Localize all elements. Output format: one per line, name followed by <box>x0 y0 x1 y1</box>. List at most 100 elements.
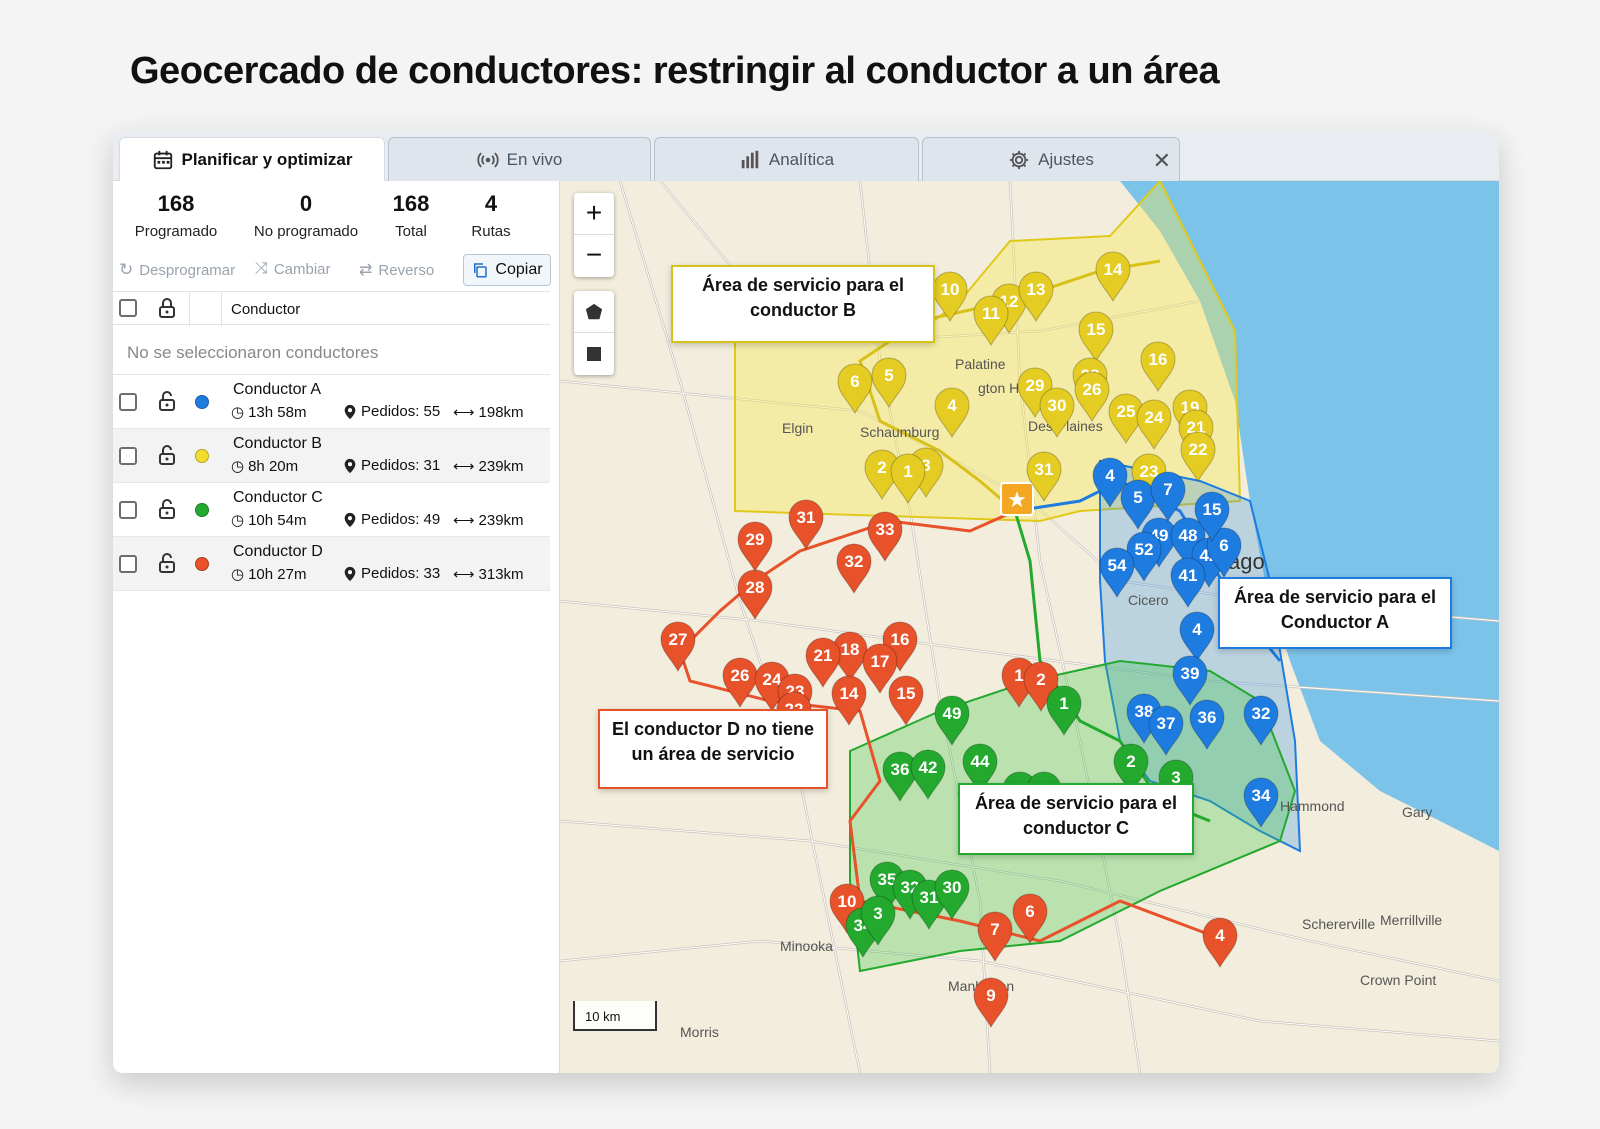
tab-bar: Planificar y optimizar En vivo Analítica… <box>113 131 1499 182</box>
pin-label: 11 <box>982 304 1000 323</box>
pin-label: 29 <box>1026 376 1045 395</box>
close-icon[interactable]: ✕ <box>1153 148 1171 174</box>
pin-label: 36 <box>1198 708 1217 727</box>
square-icon <box>587 347 601 361</box>
stat-total: 168 Total <box>392 191 430 240</box>
reverse-button[interactable]: ⇄ Reverso <box>359 260 434 280</box>
stat-unscheduled: 0 No programado <box>253 191 359 240</box>
pin-label: 30 <box>1048 396 1067 415</box>
driver-row[interactable]: Conductor D ◷ 10h 27m Pedidos: 33 ⟷ 313km <box>113 537 550 591</box>
callout-area-c: Área de servicio para el conductor C <box>958 783 1194 855</box>
pin-label: 7 <box>1163 480 1172 499</box>
place-label: Elgin <box>782 420 813 436</box>
pin-label: 28 <box>746 578 765 597</box>
pin-label: 42 <box>919 758 938 777</box>
place-label: Schererville <box>1302 916 1375 932</box>
pin-label: 18 <box>841 640 860 659</box>
driver-duration: ◷ 10h 54m <box>231 511 307 530</box>
tab-label: Planificar y optimizar <box>181 150 353 169</box>
place-label: Palatine <box>955 356 1006 372</box>
pin-icon <box>344 458 356 473</box>
pin-label: 14 <box>1104 260 1123 279</box>
tab-settings[interactable]: Ajustes ✕ <box>922 137 1180 181</box>
bar-chart-icon <box>741 150 759 168</box>
pin-label: 2 <box>877 458 886 477</box>
pin-label: 29 <box>746 530 765 549</box>
driver-orders: Pedidos: 31 <box>343 457 440 474</box>
callout-no-area-d: El conductor D no tiene un área de servi… <box>598 709 828 789</box>
driver-checkbox[interactable] <box>119 393 137 411</box>
sidebar: 168 Programado 0 No programado 168 Total 4R… <box>113 181 560 1073</box>
pin-label: 2 <box>1036 670 1045 689</box>
pin-label: 13 <box>1027 280 1046 299</box>
driver-checkbox[interactable] <box>119 555 137 573</box>
select-all-checkbox[interactable] <box>119 299 137 317</box>
tab-analytics[interactable]: Analítica <box>654 137 919 181</box>
driver-color-dot <box>195 449 209 463</box>
pin-label: 52 <box>1135 540 1154 559</box>
pin-label: 27 <box>669 630 688 649</box>
driver-orders: Pedidos: 49 <box>343 511 440 528</box>
unlock-icon[interactable] <box>157 444 177 466</box>
pin-label: 31 <box>1035 460 1054 479</box>
place-label: Schaumburg <box>860 424 939 440</box>
broadcast-icon <box>476 151 499 168</box>
place-label: Minooka <box>780 938 833 954</box>
pin-label: 25 <box>1117 402 1136 421</box>
unlock-icon[interactable] <box>157 390 177 412</box>
pin-label: 5 <box>884 366 893 385</box>
driver-checkbox[interactable] <box>119 501 137 519</box>
tab-plan-optimize[interactable]: Planificar y optimizar <box>119 137 385 182</box>
stat-scheduled: 168 Programado <box>134 191 218 240</box>
driver-duration: ◷ 8h 20m <box>231 457 299 476</box>
pin-label: 44 <box>971 752 990 771</box>
ruler-icon: ⟷ <box>453 404 475 421</box>
map-view[interactable]: Palatine Elgin Schaumburg Des Plaines Cicero… <box>560 181 1499 1073</box>
polygon-icon <box>585 303 603 319</box>
header-divider <box>221 292 222 326</box>
copy-button[interactable]: Copiar <box>463 254 551 286</box>
driver-row[interactable]: Conductor B ◷ 8h 20m Pedidos: 31 ⟷ 239km <box>113 429 550 483</box>
draw-rectangle-button[interactable] <box>574 333 614 375</box>
driver-color-dot <box>195 557 209 571</box>
copy-icon <box>474 263 488 278</box>
driver-row[interactable]: Conductor A ◷ 13h 58m Pedidos: 55 ⟷ 198km <box>113 375 550 429</box>
pin-icon <box>344 512 356 527</box>
place-label: Crown Point <box>1360 972 1436 988</box>
zoom-control: + − <box>574 193 614 277</box>
column-driver[interactable]: Conductor <box>231 301 300 318</box>
pin-icon <box>344 566 356 581</box>
unlock-icon[interactable] <box>157 498 177 520</box>
driver-row[interactable]: Conductor C ◷ 10h 54m Pedidos: 49 ⟷ 239km <box>113 483 550 537</box>
pin-label: 22 <box>1189 440 1208 459</box>
driver-duration: ◷ 10h 27m <box>231 565 307 584</box>
place-label: Cicero <box>1128 592 1169 608</box>
zoom-out-button[interactable]: − <box>574 235 614 277</box>
clock-icon: ◷ <box>231 512 245 529</box>
clock-icon: ◷ <box>231 458 245 475</box>
callout-area-a: Área de servicio para el Conductor A <box>1218 577 1452 649</box>
driver-distance: ⟷ 239km <box>453 511 524 530</box>
driver-checkbox[interactable] <box>119 447 137 465</box>
place-label: Hammond <box>1280 798 1345 814</box>
driver-orders: Pedidos: 55 <box>343 403 440 420</box>
table-header: Conductor <box>113 291 550 326</box>
driver-name: Conductor B <box>233 435 322 452</box>
driver-name: Conductor C <box>233 489 323 506</box>
unlock-icon[interactable] <box>157 552 177 574</box>
pin-label: 41 <box>1179 566 1198 585</box>
swap-button[interactable]: ⤨ Cambiar <box>255 260 331 278</box>
ruler-icon: ⟷ <box>453 512 475 529</box>
place-label: Morris <box>680 1024 719 1040</box>
star-icon: ★ <box>1007 487 1027 512</box>
unschedule-button[interactable]: ↻ Desprogramar <box>119 260 235 280</box>
driver-color-dot <box>195 503 209 517</box>
draw-tools <box>574 291 614 375</box>
pin-label: 15 <box>1203 500 1222 519</box>
action-bar: ↻ Desprogramar ⤨ Cambiar ⇄ Reverso Copia… <box>113 254 559 290</box>
tab-live[interactable]: En vivo <box>388 137 651 181</box>
tab-label: En vivo <box>506 149 563 169</box>
draw-polygon-button[interactable] <box>574 291 614 333</box>
zoom-in-button[interactable]: + <box>574 193 614 235</box>
lock-icon[interactable] <box>157 297 177 319</box>
